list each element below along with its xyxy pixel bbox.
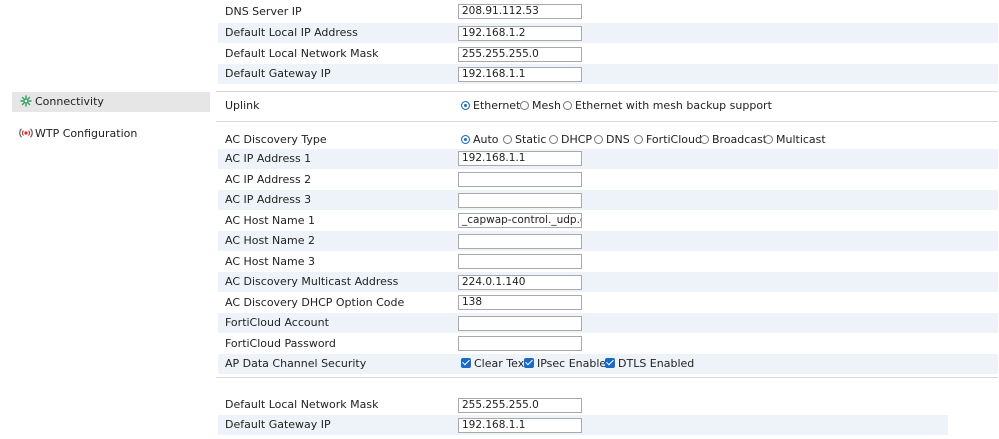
network-settings-panel: DNS Server IP 208.91.112.53 Default Loca… [218,2,998,84]
field-label: Default Local IP Address [225,26,358,39]
radio-icon [549,135,558,144]
field-label: AC Discovery DHCP Option Code [225,296,405,309]
field-label: AC Host Name 2 [225,234,315,247]
ac-host-name-2-input[interactable] [458,234,582,249]
setting-row-uplink: Uplink Ethernet Mesh Ethernet with mesh … [218,96,998,116]
setting-row-ac-ip-2: AC IP Address 2 [218,170,998,190]
field-label: AC Host Name 3 [225,255,315,268]
default-netmask-input[interactable]: 255.255.255.0 [458,398,582,413]
sidebar-item-label: Connectivity [35,95,104,108]
field-label: Default Gateway IP [225,418,331,431]
default-local-ip-input[interactable]: 192.168.1.2 [458,26,582,41]
field-label: FortiCloud Password [225,337,336,350]
setting-row-dns: DNS Server IP 208.91.112.53 [218,2,998,22]
wtp-broadcast-icon [19,127,33,139]
field-label: FortiCloud Account [225,316,329,329]
connectivity-panel: Uplink Ethernet Mesh Ethernet with mesh … [218,96,998,116]
discovery-option-multicast[interactable]: Multicast [764,133,826,146]
field-label: AC IP Address 1 [225,152,312,165]
setting-row-gateway: Default Gateway IP 192.168.1.1 [218,64,998,84]
field-label: DNS Server IP [225,5,302,18]
checkbox-checked-icon [524,358,534,368]
uplink-option-ethernet-mesh-backup[interactable]: Ethernet with mesh backup support [563,99,772,112]
forticloud-account-input[interactable] [458,316,582,331]
ac-discovery-multicast-address-input[interactable]: 224.0.1.140 [458,275,582,290]
radio-icon [700,135,709,144]
setting-row-dhcp-option-code: AC Discovery DHCP Option Code 138 [218,293,998,313]
uplink-option-mesh[interactable]: Mesh [520,99,561,112]
discovery-option-dhcp[interactable]: DHCP [549,133,592,146]
radio-selected-icon [461,135,470,144]
bottom-network-panel: Default Local Network Mask 255.255.255.0… [218,395,948,436]
setting-row-local-ip: Default Local IP Address 192.168.1.2 [218,23,998,43]
radio-icon [520,101,529,110]
section-divider [216,91,998,92]
uplink-option-ethernet[interactable]: Ethernet [461,99,520,112]
field-label: AC Discovery Multicast Address [225,275,399,288]
forticloud-password-input[interactable] [458,336,582,351]
field-label: Default Gateway IP [225,67,331,80]
connectivity-icon [20,95,32,107]
security-option-ipsec[interactable]: IPsec Enabled [524,357,613,370]
setting-row-forticloud-account: FortiCloud Account [218,313,998,333]
default-gateway-input[interactable]: 192.168.1.1 [458,418,582,433]
discovery-option-broadcast[interactable]: Broadcast [700,133,767,146]
field-label: AP Data Channel Security [225,357,367,370]
sidebar-item-connectivity[interactable]: Connectivity [12,92,210,112]
field-label: AC Discovery Type [225,133,327,146]
default-gateway-input[interactable]: 192.168.1.1 [458,67,582,82]
field-label: AC IP Address 2 [225,173,312,186]
checkbox-checked-icon [605,358,615,368]
field-label: Default Local Network Mask [225,398,379,411]
field-label: AC IP Address 3 [225,193,312,206]
radio-icon [594,135,603,144]
radio-icon [563,101,572,110]
security-option-dtls[interactable]: DTLS Enabled [605,357,694,370]
setting-row-multicast-address: AC Discovery Multicast Address 224.0.1.1… [218,272,998,292]
setting-row-gateway-bottom: Default Gateway IP 192.168.1.1 [218,415,948,435]
ac-ip-address-2-input[interactable] [458,172,582,187]
checkbox-checked-icon [461,358,471,368]
setting-row-netmask: Default Local Network Mask 255.255.255.0 [218,44,998,64]
setting-row-data-channel-security: AP Data Channel Security Clear Text IPse… [218,354,998,374]
setting-row-ac-ip-3: AC IP Address 3 [218,190,998,210]
field-label: Default Local Network Mask [225,47,379,60]
ac-discovery-dhcp-option-code-input[interactable]: 138 [458,295,582,310]
section-divider [216,121,998,122]
sidebar-item-wtp-configuration[interactable]: WTP Configuration [12,124,210,144]
setting-row-discovery-type: AC Discovery Type Auto Static DHCP DNS F… [218,130,998,150]
setting-row-ac-host-1: AC Host Name 1 _capwap-control._udp.exam [218,211,998,231]
radio-selected-icon [461,101,470,110]
setting-row-netmask-bottom: Default Local Network Mask 255.255.255.0 [218,395,948,415]
default-netmask-input[interactable]: 255.255.255.0 [458,47,582,62]
field-label: AC Host Name 1 [225,214,315,227]
setting-row-ac-host-2: AC Host Name 2 [218,231,998,251]
discovery-option-dns[interactable]: DNS [594,133,630,146]
setting-row-ac-ip-1: AC IP Address 1 192.168.1.1 [218,149,998,169]
discovery-option-auto[interactable]: Auto [461,133,499,146]
setting-row-ac-host-3: AC Host Name 3 [218,252,998,272]
radio-icon [764,135,773,144]
ac-host-name-3-input[interactable] [458,254,582,269]
section-divider [216,377,998,378]
discovery-option-static[interactable]: Static [503,133,546,146]
field-label: Uplink [225,99,260,112]
wtp-configuration-panel: AC Discovery Type Auto Static DHCP DNS F… [218,130,998,376]
security-option-clear-text[interactable]: Clear Text [461,357,529,370]
dns-server-ip-input[interactable]: 208.91.112.53 [458,4,582,19]
ac-host-name-1-input[interactable]: _capwap-control._udp.exam [458,213,582,228]
setting-row-forticloud-password: FortiCloud Password [218,334,998,354]
discovery-option-forticloud[interactable]: FortiCloud [634,133,702,146]
sidebar-item-label: WTP Configuration [35,127,138,140]
ac-ip-address-3-input[interactable] [458,193,582,208]
radio-icon [503,135,512,144]
ac-ip-address-1-input[interactable]: 192.168.1.1 [458,151,582,166]
radio-icon [634,135,643,144]
